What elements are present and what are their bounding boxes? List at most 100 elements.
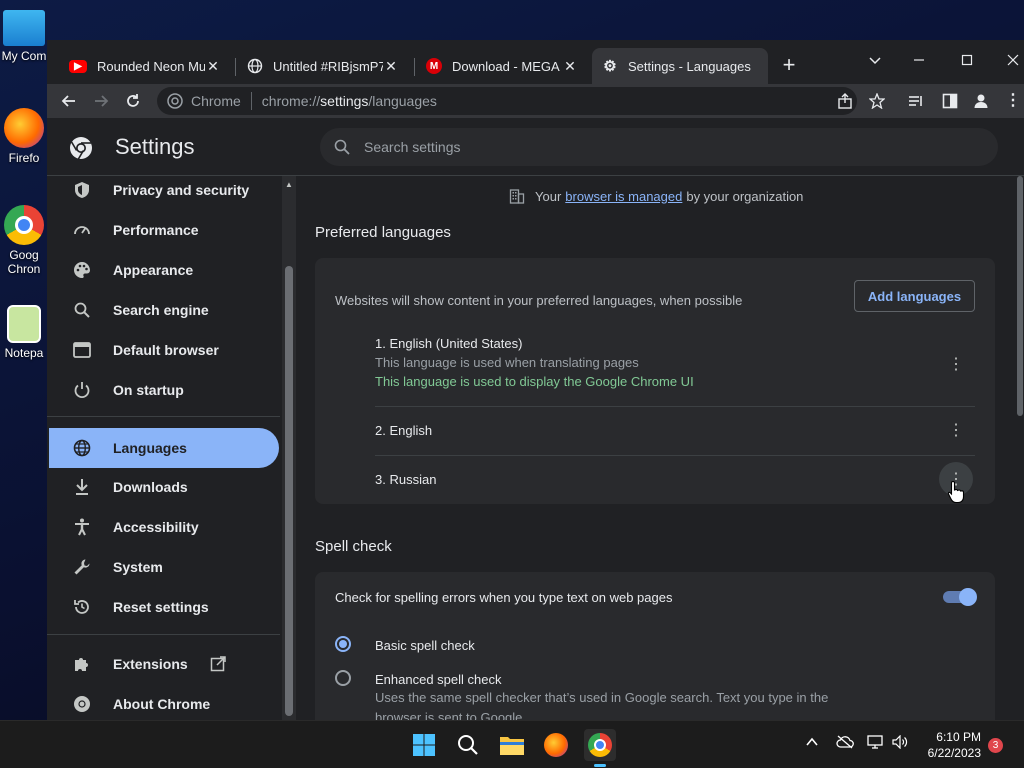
main-scrollbar[interactable] — [1017, 176, 1024, 720]
language-item-english: 2. English — [375, 423, 433, 438]
desktop-icon-this-pc[interactable]: My Com — [0, 10, 48, 63]
notepad-icon — [7, 305, 41, 343]
sidebar-item-on-startup[interactable]: On startup — [49, 370, 279, 410]
back-button[interactable] — [57, 89, 81, 113]
clock-date: 6/22/2023 — [927, 746, 981, 760]
menu-button[interactable]: ⋮ — [1001, 89, 1024, 113]
sidebar-item-reset-settings[interactable]: Reset settings — [49, 587, 279, 627]
side-panel-icon — [942, 93, 958, 109]
chevron-up-icon — [806, 737, 818, 746]
desktop-icon-notepad[interactable]: Notepa — [0, 305, 48, 360]
sidebar-item-privacy[interactable]: Privacy and security — [49, 170, 279, 210]
forward-button[interactable] — [89, 89, 113, 113]
volume-icon[interactable] — [892, 734, 910, 752]
show-hidden-icons-button[interactable] — [805, 735, 819, 752]
external-link-icon — [210, 656, 226, 672]
firefox-icon — [544, 733, 568, 757]
tab-rounded-neon[interactable]: ▶ Rounded Neon Multi ✕ — [59, 48, 231, 84]
chrome-icon — [73, 695, 91, 713]
browser-managed-link[interactable]: browser is managed — [565, 189, 682, 204]
omnibox-separator — [250, 92, 252, 110]
main-scrollbar-thumb[interactable] — [1017, 176, 1023, 416]
bookmark-button[interactable] — [865, 89, 889, 113]
sidebar-item-appearance[interactable]: Appearance — [49, 250, 279, 290]
sidebar-item-default-browser[interactable]: Default browser — [49, 330, 279, 370]
close-window-button[interactable] — [993, 46, 1024, 74]
cloud-status-icon[interactable] — [836, 735, 854, 752]
enhanced-spell-check-description: Uses the same spell checker that’s used … — [375, 690, 829, 720]
sidebar-scrollbar-thumb[interactable] — [285, 266, 293, 716]
settings-search[interactable] — [320, 128, 998, 166]
sidebar-item-accessibility[interactable]: Accessibility — [49, 507, 279, 547]
sidebar-item-downloads[interactable]: Downloads — [49, 467, 279, 507]
taskbar-file-explorer[interactable] — [496, 729, 528, 761]
folder-icon — [500, 737, 524, 755]
language-more-actions-button[interactable]: ⋮ — [939, 413, 973, 447]
close-icon[interactable]: ✕ — [383, 58, 399, 75]
sidebar-item-search-engine[interactable]: Search engine — [49, 290, 279, 330]
profile-button[interactable] — [969, 89, 993, 113]
start-button[interactable] — [408, 729, 440, 761]
taskbar-search-button[interactable] — [452, 729, 484, 761]
tab-settings-languages[interactable]: ⚙ Settings - Languages — [592, 48, 768, 84]
basic-spell-check-label: Basic spell check — [375, 638, 475, 653]
side-panel-button[interactable] — [938, 89, 962, 113]
spell-check-card: Check for spelling errors when you type … — [315, 572, 995, 720]
network-icon[interactable] — [867, 735, 885, 752]
reading-list-icon — [909, 96, 922, 106]
system-clock[interactable]: 6:10 PM 6/22/2023 — [915, 729, 981, 761]
tab-search-button[interactable] — [855, 46, 895, 74]
chevron-down-icon — [869, 57, 881, 65]
spell-check-toggle[interactable] — [943, 588, 977, 606]
maximize-button[interactable] — [947, 46, 987, 74]
share-button[interactable] — [833, 89, 857, 113]
taskbar: 6:10 PM 6/22/2023 3 — [0, 720, 1024, 768]
kebab-menu-icon: ⋮ — [948, 422, 964, 439]
basic-spell-check-radio[interactable] — [335, 636, 351, 652]
sidebar-divider — [47, 634, 280, 635]
sidebar-item-performance[interactable]: Performance — [49, 210, 279, 250]
language-item-russian: 3. Russian — [375, 472, 437, 487]
search-icon — [73, 301, 91, 319]
building-icon — [509, 189, 525, 204]
reading-list-button[interactable] — [904, 89, 928, 113]
hand-cursor-icon — [947, 480, 965, 504]
page-title: Settings — [115, 134, 195, 159]
search-input[interactable] — [364, 139, 964, 155]
enhanced-spell-check-radio[interactable] — [335, 670, 351, 686]
desktop-icon-chrome[interactable]: Goog Chron — [0, 205, 48, 276]
minimize-button[interactable] — [899, 46, 939, 74]
active-app-indicator — [594, 764, 606, 767]
notification-badge[interactable]: 3 — [988, 738, 1003, 753]
language-more-actions-button[interactable]: ⋮ — [939, 347, 973, 381]
search-icon — [334, 139, 350, 155]
sidebar-item-system[interactable]: System — [49, 547, 279, 587]
youtube-icon: ▶ — [69, 59, 87, 73]
spell-check-title: Spell check — [315, 538, 392, 555]
sidebar-item-languages[interactable]: Languages — [49, 428, 279, 468]
enhanced-spell-check-label: Enhanced spell check — [375, 672, 502, 687]
sidebar-item-about-chrome[interactable]: About Chrome — [49, 684, 279, 720]
spell-check-toggle-label: Check for spelling errors when you type … — [335, 590, 673, 605]
close-icon[interactable]: ✕ — [562, 58, 578, 75]
windows-logo-icon — [413, 734, 435, 756]
sidebar-scrollbar[interactable]: ▲ — [282, 176, 296, 720]
new-tab-button[interactable]: + — [777, 54, 801, 78]
taskbar-chrome[interactable] — [584, 729, 616, 767]
close-icon[interactable]: ✕ — [205, 58, 221, 75]
managed-notice: Your browser is managed by your organiza… — [509, 188, 803, 204]
desktop-icon-firefox[interactable]: Firefo — [0, 108, 48, 165]
tab-untitled[interactable]: Untitled #RIBjsmP7 ✕ — [237, 48, 409, 84]
taskbar-firefox[interactable] — [540, 729, 572, 761]
sidebar-item-extensions[interactable]: Extensions — [49, 644, 279, 684]
address-bar[interactable]: Chrome chrome://settings/languages — [157, 87, 857, 115]
chrome-icon — [167, 93, 183, 109]
scroll-up-arrow-icon[interactable]: ▲ — [285, 180, 293, 189]
row-divider — [375, 455, 975, 456]
add-languages-button[interactable]: Add languages — [854, 280, 975, 312]
tab-mega[interactable]: M Download - MEGA ✕ — [416, 48, 588, 84]
star-icon — [869, 93, 885, 109]
arrow-left-icon — [61, 95, 75, 107]
reload-button[interactable] — [121, 89, 145, 113]
reset-icon — [73, 598, 91, 616]
